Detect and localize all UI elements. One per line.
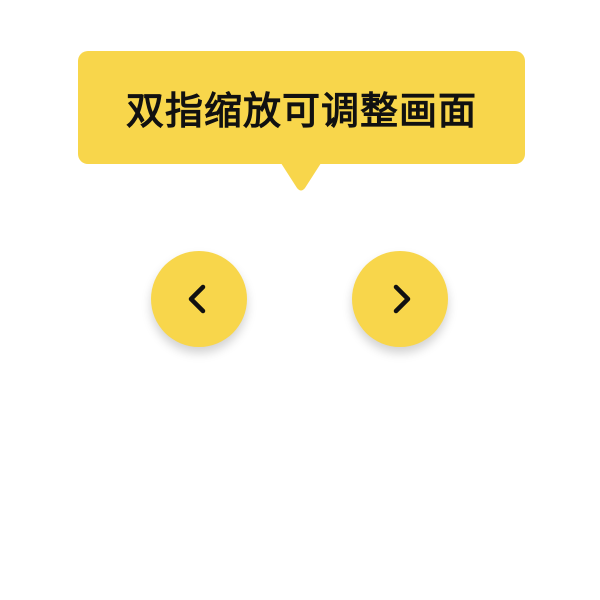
tooltip-pointer (279, 160, 323, 191)
chevron-left-icon (188, 284, 206, 314)
pinch-zoom-tooltip: 双指缩放可调整画面 (78, 51, 525, 164)
chevron-right-icon (393, 284, 411, 314)
tooltip-text: 双指缩放可调整画面 (125, 89, 477, 133)
next-button[interactable] (352, 251, 448, 347)
previous-button[interactable] (151, 251, 247, 347)
gesture-hint-overlay: 双指缩放可调整画面 (0, 0, 600, 600)
